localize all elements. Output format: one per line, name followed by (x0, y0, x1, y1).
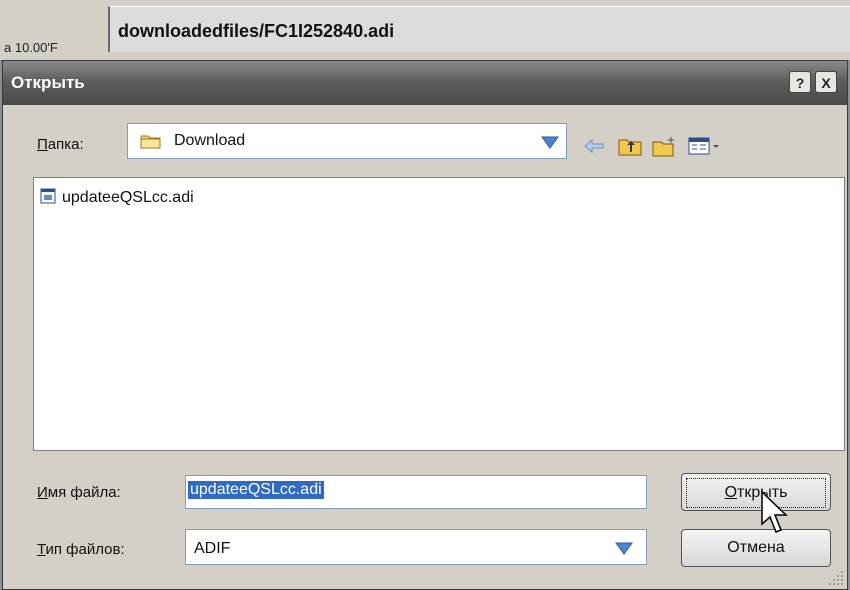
background-left-text: а 10.00'F (4, 40, 58, 55)
new-folder-icon[interactable] (651, 134, 677, 158)
file-list[interactable]: updateeQSLcc.adi (33, 177, 845, 451)
help-button[interactable]: ? (789, 71, 811, 93)
open-file-dialog: Открыть ? X Папка: Download updateeQSLcc… (2, 60, 848, 590)
dialog-titlebar[interactable]: Открыть ? X (3, 61, 847, 105)
filetype-value: ADIF (194, 540, 231, 557)
up-folder-icon[interactable] (617, 134, 643, 158)
filename-input[interactable]: updateeQSLcc.adi (185, 475, 647, 509)
dialog-title: Открыть (11, 73, 85, 92)
folder-icon (140, 135, 161, 149)
filetype-select[interactable]: ADIF (185, 529, 647, 565)
filename-value: updateeQSLcc.adi (188, 481, 324, 499)
filetype-label: Тип файлов: (37, 541, 125, 558)
cancel-button[interactable]: Отмена (681, 529, 831, 567)
background-window-title: downloadedfiles/FC1I252840.adi (108, 6, 850, 52)
view-menu-icon[interactable] (687, 134, 723, 158)
folder-combo[interactable]: Download (127, 123, 567, 159)
file-list-item[interactable]: updateeQSLcc.adi (40, 188, 194, 207)
file-name: updateeQSLcc.adi (62, 189, 194, 206)
background-window: а 10.00'F downloadedfiles/FC1I252840.adi (0, 0, 850, 60)
back-arrow-icon[interactable] (581, 134, 607, 158)
resize-grip-icon[interactable] (825, 567, 845, 587)
close-button[interactable]: X (815, 71, 837, 93)
adif-file-icon (40, 188, 56, 204)
filetype-dropdown-icon[interactable] (614, 540, 634, 556)
folder-dropdown-icon[interactable] (540, 134, 560, 150)
mouse-cursor-icon (761, 490, 788, 533)
folder-label: Папка: (37, 136, 84, 153)
folder-value: Download (174, 132, 246, 149)
open-button[interactable]: Открыть (681, 473, 831, 511)
filename-label: Имя файла: (37, 484, 121, 501)
